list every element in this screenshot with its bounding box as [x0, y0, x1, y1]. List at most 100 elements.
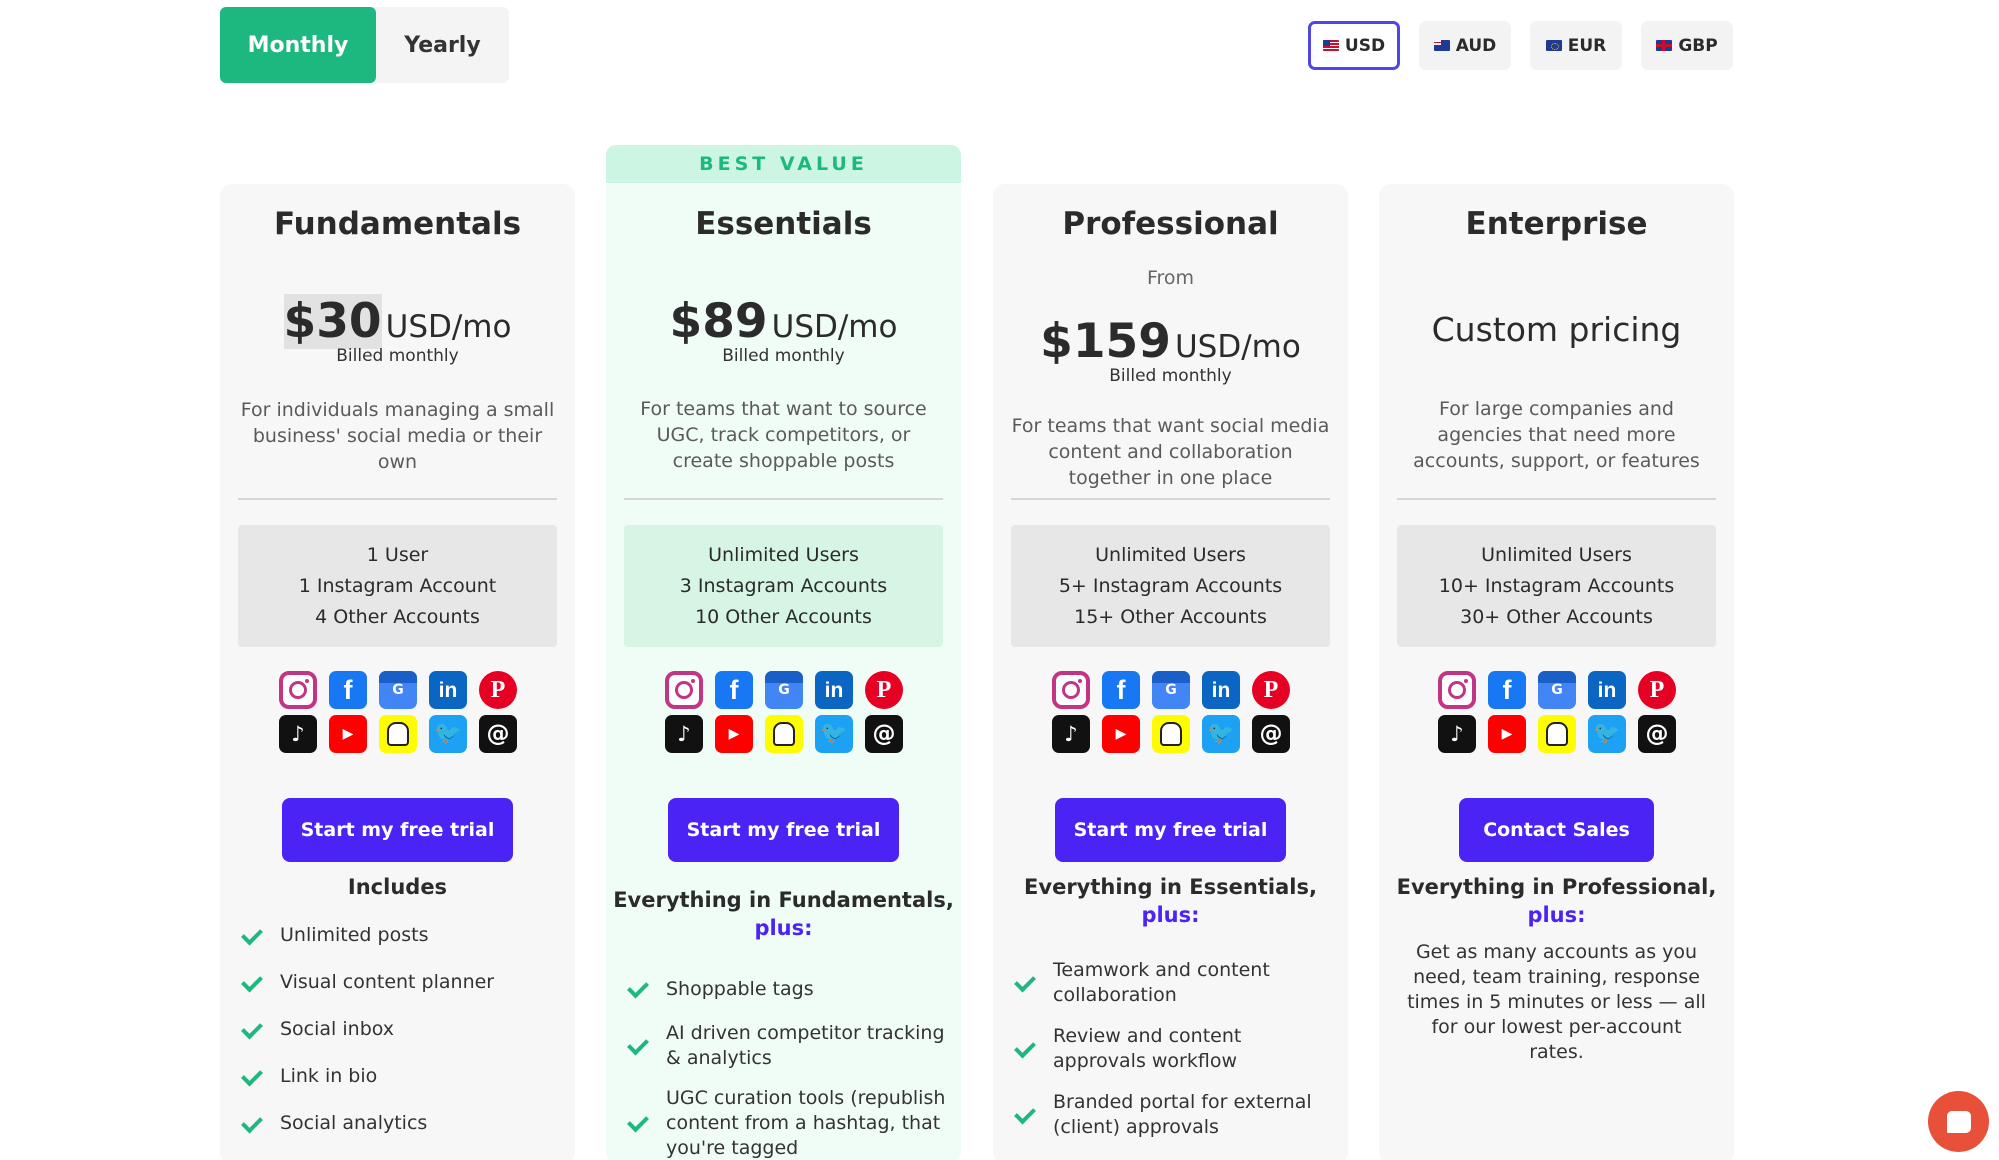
snapchat-icon	[379, 715, 417, 753]
youtube-icon: ▶	[329, 715, 367, 753]
contact-sales-button[interactable]: Contact Sales	[1459, 798, 1654, 862]
start-free-trial-button[interactable]: Start my free trial	[282, 798, 513, 862]
price-amount: $159	[1040, 314, 1171, 369]
feature-label: AI driven competitor tracking & analytic…	[666, 1022, 945, 1069]
divider	[238, 498, 557, 500]
includes-title-text: Everything in Fundamentals,	[613, 888, 954, 912]
accounts-users: Unlimited Users	[1095, 544, 1246, 566]
accounts-box: 1 User 1 Instagram Account 4 Other Accou…	[238, 525, 557, 647]
social-icons: f G in P ♪ ▶ 🐦 @	[665, 671, 903, 753]
check-icon	[1013, 971, 1037, 995]
feature-label: Shoppable tags	[666, 977, 814, 1000]
threads-icon: @	[865, 715, 903, 753]
currency-eur-button[interactable]: EUR	[1530, 21, 1622, 70]
plan-card-fundamentals: Fundamentals $30 USD/mo Billed monthly Fo…	[220, 184, 575, 1160]
twitter-icon: 🐦	[429, 715, 467, 753]
accounts-instagram: 10+ Instagram Accounts	[1438, 575, 1675, 597]
feature-list: Shoppable tags AI driven competitor trac…	[626, 964, 946, 1160]
plan-description: For teams that want social media content…	[1011, 415, 1330, 489]
divider	[624, 498, 943, 500]
instagram-icon	[279, 671, 317, 709]
best-value-badge: BEST VALUE	[606, 145, 961, 183]
google-business-icon: G	[765, 671, 803, 709]
billing-note: Billed monthly	[722, 346, 845, 366]
linkedin-icon: in	[815, 671, 853, 709]
currency-gbp-button[interactable]: GBP	[1641, 21, 1733, 70]
includes-title: Everything in Fundamentals, plus:	[606, 886, 961, 942]
price-unit: USD/mo	[771, 309, 898, 345]
monthly-toggle-button[interactable]: Monthly	[220, 7, 376, 83]
chat-launcher-button[interactable]	[1928, 1091, 1989, 1152]
twitter-icon: 🐦	[815, 715, 853, 753]
plan-price: $159 USD/mo	[993, 314, 1348, 369]
youtube-icon: ▶	[1102, 715, 1140, 753]
accounts-instagram: 1 Instagram Account	[298, 575, 497, 597]
plan-name: Essentials	[695, 206, 872, 242]
includes-plus: plus:	[1527, 903, 1586, 927]
plan-name: Enterprise	[1465, 206, 1648, 242]
us-flag-icon	[1322, 40, 1339, 51]
enterprise-details: Get as many accounts as you need, team t…	[1407, 941, 1706, 1063]
yearly-toggle-button[interactable]: Yearly	[376, 7, 509, 83]
accounts-users: Unlimited Users	[1481, 544, 1632, 566]
plan-description: For individuals managing a small busines…	[240, 399, 555, 473]
currency-label: AUD	[1455, 35, 1497, 56]
accounts-users: 1 User	[366, 544, 429, 566]
feature-label: Branded portal for external (client) app…	[1053, 1091, 1312, 1138]
plan-name: Professional	[1062, 206, 1279, 242]
currency-usd-button[interactable]: USD	[1308, 21, 1400, 70]
plan-description: For large companies and agencies that ne…	[1413, 398, 1700, 472]
price-unit: USD/mo	[385, 309, 512, 345]
feature-label: Review and content approvals workflow	[1053, 1025, 1242, 1072]
accounts-other: 15+ Other Accounts	[1074, 606, 1267, 628]
social-icons: f G in P ♪ ▶ 🐦 @	[1438, 671, 1676, 753]
social-icons: f G in P ♪ ▶ 🐦 @	[279, 671, 517, 753]
gb-flag-icon	[1656, 40, 1673, 51]
feature-label: Unlimited posts	[280, 924, 429, 946]
price-amount: $89	[669, 294, 768, 349]
linkedin-icon: in	[429, 671, 467, 709]
check-icon	[626, 1111, 650, 1135]
price-from-label: From	[1146, 267, 1195, 289]
feature-item: Link in bio	[240, 1053, 560, 1100]
accounts-box: Unlimited Users 5+ Instagram Accounts 15…	[1011, 525, 1330, 647]
facebook-icon: f	[329, 671, 367, 709]
pinterest-icon: P	[865, 671, 903, 709]
feature-item: Teamwork and content collaboration	[1013, 950, 1333, 1016]
snapchat-icon	[1152, 715, 1190, 753]
billing-note: Billed monthly	[1109, 366, 1232, 386]
google-business-icon: G	[1538, 671, 1576, 709]
check-icon	[240, 971, 264, 995]
linkedin-icon: in	[1202, 671, 1240, 709]
feature-item: Branded portal for external (client) app…	[1013, 1082, 1333, 1148]
check-icon	[626, 1034, 650, 1058]
tiktok-icon: ♪	[1052, 715, 1090, 753]
instagram-icon	[1438, 671, 1476, 709]
tiktok-icon: ♪	[1438, 715, 1476, 753]
instagram-icon	[1052, 671, 1090, 709]
accounts-instagram: 3 Instagram Accounts	[679, 575, 888, 597]
billing-toggle: Monthly Yearly	[220, 7, 509, 83]
au-flag-icon	[1433, 40, 1450, 51]
tiktok-icon: ♪	[665, 715, 703, 753]
feature-item: Review and content approvals workflow	[1013, 1016, 1333, 1082]
feature-list: Teamwork and content collaboration Revie…	[1013, 950, 1333, 1148]
check-icon	[240, 1018, 264, 1042]
threads-icon: @	[1638, 715, 1676, 753]
threads-icon: @	[479, 715, 517, 753]
start-free-trial-button[interactable]: Start my free trial	[668, 798, 899, 862]
feature-label: Social inbox	[280, 1018, 395, 1040]
plan-price: $30 USD/mo	[220, 294, 575, 349]
eu-flag-icon	[1545, 40, 1562, 51]
plan-card-enterprise: Enterprise Custom pricing For large comp…	[1379, 184, 1734, 1160]
social-icons: f G in P ♪ ▶ 🐦 @	[1052, 671, 1290, 753]
currency-aud-button[interactable]: AUD	[1419, 21, 1511, 70]
accounts-users: Unlimited Users	[708, 544, 859, 566]
twitter-icon: 🐦	[1202, 715, 1240, 753]
pinterest-icon: P	[1252, 671, 1290, 709]
price-unit: USD/mo	[1174, 329, 1301, 365]
google-business-icon: G	[379, 671, 417, 709]
facebook-icon: f	[1488, 671, 1526, 709]
start-free-trial-button[interactable]: Start my free trial	[1055, 798, 1286, 862]
accounts-box: Unlimited Users 10+ Instagram Accounts 3…	[1397, 525, 1716, 647]
